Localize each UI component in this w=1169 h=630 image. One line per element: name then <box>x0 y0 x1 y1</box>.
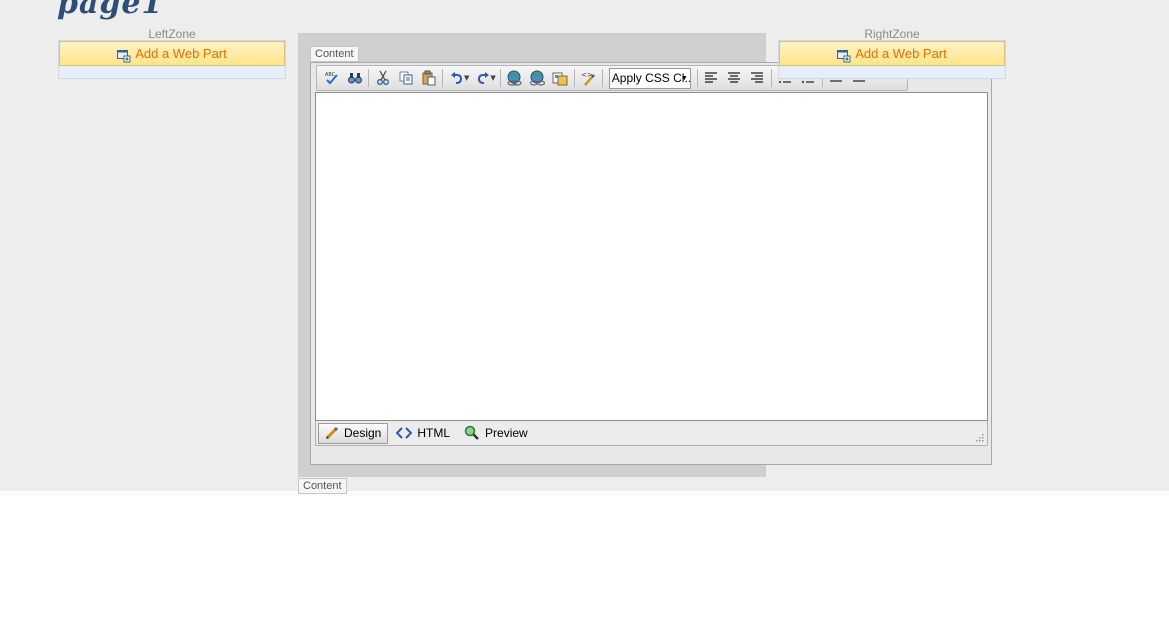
paste-icon[interactable] <box>417 67 440 89</box>
page-area: page1 LeftZone Add a Web Part Content AB… <box>0 0 1169 494</box>
add-web-part-icon <box>837 47 851 63</box>
find-icon[interactable] <box>343 67 366 89</box>
apply-css-class-select[interactable]: Apply CSS Cl.. ▼ <box>608 67 691 89</box>
toolbar-separator <box>573 69 575 87</box>
align-center-icon[interactable] <box>723 67 746 89</box>
left-add-web-part-button[interactable]: Add a Web Part <box>59 41 285 66</box>
undo-dropdown-icon[interactable]: ▼ <box>464 74 469 82</box>
toolbar-separator <box>601 69 603 87</box>
page-title: page1 <box>57 0 164 21</box>
content-label-top: Content <box>310 46 359 62</box>
html-mode-label: HTML <box>417 426 451 440</box>
chevron-down-icon: ▼ <box>680 74 688 82</box>
preview-mode-label: Preview <box>485 426 528 440</box>
add-web-part-icon <box>117 47 131 63</box>
toolbar-separator <box>696 69 698 87</box>
toolbar-separator <box>770 69 772 87</box>
format-stripper-icon[interactable]: <> <box>577 67 600 89</box>
toolbar-separator <box>368 69 369 87</box>
content-label-bottom: Content <box>298 478 347 494</box>
align-left-icon[interactable] <box>700 67 723 89</box>
magnifier-icon <box>464 425 479 440</box>
editor-mode-bar: Design HTML Preview <box>315 421 988 446</box>
align-right-icon[interactable] <box>746 67 769 89</box>
right-add-web-part-label: Add a Web Part <box>855 46 947 61</box>
toolbar-separator <box>442 69 443 87</box>
design-mode-label: Design <box>344 426 382 440</box>
copy-icon[interactable] <box>394 67 417 89</box>
apply-css-class-value: Apply CSS Cl.. <box>611 70 691 85</box>
left-add-web-part-label: Add a Web Part <box>135 46 227 61</box>
resize-grip-icon[interactable] <box>975 433 984 442</box>
pencil-icon <box>325 426 339 440</box>
cut-icon[interactable] <box>371 67 394 89</box>
insert-link-icon[interactable] <box>503 67 526 89</box>
spellcheck-icon[interactable]: ABC <box>320 67 343 89</box>
design-edit-area[interactable] <box>315 92 988 421</box>
right-add-web-part-button[interactable]: Add a Web Part <box>779 41 1005 66</box>
code-icon <box>396 427 413 439</box>
design-mode-tab[interactable]: Design <box>318 422 389 444</box>
right-zone-label: RightZone <box>864 27 920 41</box>
html-mode-tab[interactable]: HTML <box>390 423 456 444</box>
redo-dropdown-icon[interactable]: ▼ <box>490 74 495 82</box>
toolbar-separator <box>499 69 501 87</box>
preview-mode-tab[interactable]: Preview <box>458 423 534 444</box>
left-zone-label: LeftZone <box>148 27 196 41</box>
insert-image-icon[interactable] <box>549 67 572 89</box>
remove-link-icon[interactable] <box>526 67 549 89</box>
